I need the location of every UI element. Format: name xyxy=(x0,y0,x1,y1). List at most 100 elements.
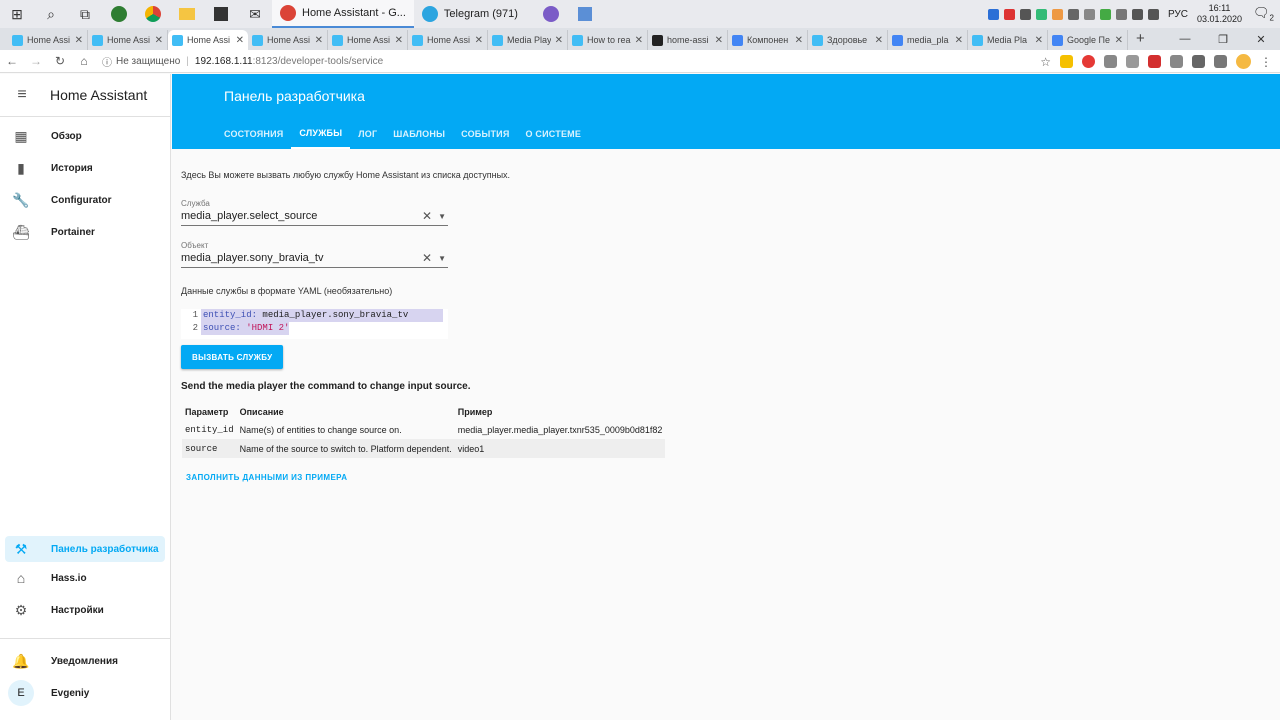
tray-app-icon[interactable] xyxy=(1115,8,1127,20)
bookmark-star-icon[interactable]: ☆ xyxy=(1040,55,1051,69)
browser-tab[interactable]: media_pla ✕ xyxy=(888,30,968,50)
close-tab-icon[interactable]: ✕ xyxy=(236,35,244,46)
taskbar-app-chrome[interactable]: Home Assistant - G... xyxy=(272,0,414,28)
folder-icon[interactable] xyxy=(170,0,204,28)
sidebar-item-hassio[interactable]: ⌂ Hass.io xyxy=(5,562,165,594)
skype-icon[interactable] xyxy=(987,8,999,20)
close-tab-icon[interactable]: ✕ xyxy=(1035,35,1043,46)
call-service-button[interactable]: ВЫЗВАТЬ СЛУЖБУ xyxy=(181,345,284,369)
close-window-icon[interactable]: ✕ xyxy=(1242,28,1280,50)
clear-icon[interactable]: ✕ xyxy=(422,251,432,265)
restore-icon[interactable]: ❐ xyxy=(1204,28,1242,50)
search-icon[interactable]: ⌕ xyxy=(34,0,68,28)
tray-app-icon[interactable] xyxy=(1051,8,1063,20)
close-tab-icon[interactable]: ✕ xyxy=(475,35,483,46)
dropdown-arrow-icon[interactable]: ▼ xyxy=(438,212,446,221)
close-tab-icon[interactable]: ✕ xyxy=(875,35,883,46)
sidebar-item-configurator[interactable]: 🔧 Configurator xyxy=(5,184,165,216)
network-icon[interactable] xyxy=(1131,8,1143,20)
adblock-icon[interactable] xyxy=(1082,54,1095,68)
forward-icon[interactable]: → xyxy=(24,54,48,68)
extension-icon[interactable] xyxy=(1104,54,1117,68)
browser-tab[interactable]: Google Пе ✕ xyxy=(1048,30,1128,50)
fill-example-button[interactable]: ЗАПОЛНИТЬ ДАННЫМИ ИЗ ПРИМЕРА xyxy=(186,473,347,482)
tray-app-icon[interactable] xyxy=(1083,8,1095,20)
shield-app-icon[interactable] xyxy=(568,0,602,28)
yaml-editor[interactable]: 1 entity_id: media_player.sony_bravia_tv… xyxy=(181,309,448,339)
browser-tab[interactable]: Здоровье ✕ xyxy=(808,30,888,50)
notification-center-icon[interactable]: 🗨2 xyxy=(1253,5,1274,23)
browser-icon[interactable] xyxy=(534,0,568,28)
browser-tab[interactable]: Home Assi ✕ xyxy=(8,30,88,50)
reload-icon[interactable]: ↻ xyxy=(48,54,72,68)
close-tab-icon[interactable]: ✕ xyxy=(715,35,723,46)
app-icon-green[interactable] xyxy=(102,0,136,28)
browser-tab[interactable]: How to rea ✕ xyxy=(568,30,648,50)
sidebar-item-settings[interactable]: ⚙ Настройки xyxy=(5,594,165,626)
sidebar-item-history[interactable]: ▮ История xyxy=(5,152,165,184)
extension-icon[interactable] xyxy=(1214,54,1227,68)
home-icon[interactable]: ⌂ xyxy=(72,54,96,68)
browser-tab[interactable]: Home Assi ✕ xyxy=(248,30,328,50)
sidebar-item-user[interactable]: E Evgeniy xyxy=(5,677,165,709)
close-tab-icon[interactable]: ✕ xyxy=(155,35,163,46)
new-tab-button[interactable]: + xyxy=(1128,30,1153,50)
close-tab-icon[interactable]: ✕ xyxy=(955,35,963,46)
close-tab-icon[interactable]: ✕ xyxy=(555,35,563,46)
extension-icon[interactable] xyxy=(1060,54,1073,68)
extension-icon[interactable] xyxy=(1170,54,1183,68)
extension-icon[interactable] xyxy=(1148,54,1161,68)
clock[interactable]: 16:11 03.01.2020 xyxy=(1197,3,1242,25)
sidebar-item-developer-tools[interactable]: ⚒ Панель разработчика xyxy=(5,536,165,562)
tray-app-icon[interactable] xyxy=(1035,8,1047,20)
close-tab-icon[interactable]: ✕ xyxy=(795,35,803,46)
browser-tab[interactable]: home-assi ✕ xyxy=(648,30,728,50)
menu-collapse-icon[interactable]: ≡ xyxy=(0,86,44,104)
browser-tab[interactable]: Home Assi ✕ xyxy=(168,30,248,50)
close-tab-icon[interactable]: ✕ xyxy=(395,35,403,46)
url-field[interactable]: ⓘ Не защищено | 192.168.1.11:8123/develo… xyxy=(102,50,1040,73)
language-indicator[interactable]: РУС xyxy=(1168,9,1188,20)
close-tab-icon[interactable]: ✕ xyxy=(75,35,83,46)
tab-templates[interactable]: ШАБЛОНЫ xyxy=(385,118,453,149)
service-field[interactable]: Служба media_player.select_source ✕ ▼ xyxy=(181,199,448,226)
profile-avatar-icon[interactable] xyxy=(1236,53,1251,69)
close-tab-icon[interactable]: ✕ xyxy=(635,35,643,46)
minimize-icon[interactable]: — xyxy=(1166,28,1204,50)
extension-icon[interactable] xyxy=(1192,54,1205,68)
task-view-icon[interactable]: ⧉ xyxy=(68,0,102,28)
browser-tab[interactable]: Компонен ✕ xyxy=(728,30,808,50)
browser-tab[interactable]: Media Pla ✕ xyxy=(968,30,1048,50)
tab-info[interactable]: О СИСТЕМЕ xyxy=(518,118,590,149)
store-icon[interactable] xyxy=(204,0,238,28)
nvidia-icon[interactable] xyxy=(1099,8,1111,20)
tab-states[interactable]: СОСТОЯНИЯ xyxy=(216,118,291,149)
tab-log[interactable]: ЛОГ xyxy=(350,118,385,149)
tab-events[interactable]: СОБЫТИЯ xyxy=(453,118,517,149)
volume-icon[interactable] xyxy=(1147,8,1159,20)
browser-menu-icon[interactable]: ⋮ xyxy=(1260,55,1272,69)
close-tab-icon[interactable]: ✕ xyxy=(315,35,323,46)
taskbar-app-telegram[interactable]: Telegram (971) xyxy=(414,0,526,28)
browser-tab[interactable]: Home Assi ✕ xyxy=(328,30,408,50)
windows-start-icon[interactable]: ⊞ xyxy=(0,0,34,28)
entity-field[interactable]: Объект media_player.sony_bravia_tv ✕ ▼ xyxy=(181,241,448,268)
browser-tab[interactable]: Home Assi ✕ xyxy=(88,30,168,50)
info-icon[interactable]: ⓘ xyxy=(102,54,112,69)
clear-icon[interactable]: ✕ xyxy=(422,209,432,223)
dropdown-arrow-icon[interactable]: ▼ xyxy=(438,254,446,263)
extension-icon[interactable] xyxy=(1126,54,1139,68)
chrome-icon[interactable] xyxy=(136,0,170,28)
sidebar-item-overview[interactable]: ▦ Обзор xyxy=(5,120,165,152)
tray-app-icon[interactable] xyxy=(1003,8,1015,20)
sidebar-item-notifications[interactable]: 🔔 Уведомления xyxy=(5,645,165,677)
tray-app-icon[interactable] xyxy=(1019,8,1031,20)
back-icon[interactable]: ← xyxy=(0,54,24,68)
browser-tab[interactable]: Home Assi ✕ xyxy=(408,30,488,50)
tab-services[interactable]: СЛУЖБЫ xyxy=(291,118,351,149)
sidebar-item-portainer[interactable]: ⛴ Portainer xyxy=(5,216,165,248)
close-tab-icon[interactable]: ✕ xyxy=(1115,35,1123,46)
browser-tab[interactable]: Media Playe ✕ xyxy=(488,30,568,50)
mail-icon[interactable]: ✉ xyxy=(238,0,272,28)
tray-app-icon[interactable] xyxy=(1067,8,1079,20)
